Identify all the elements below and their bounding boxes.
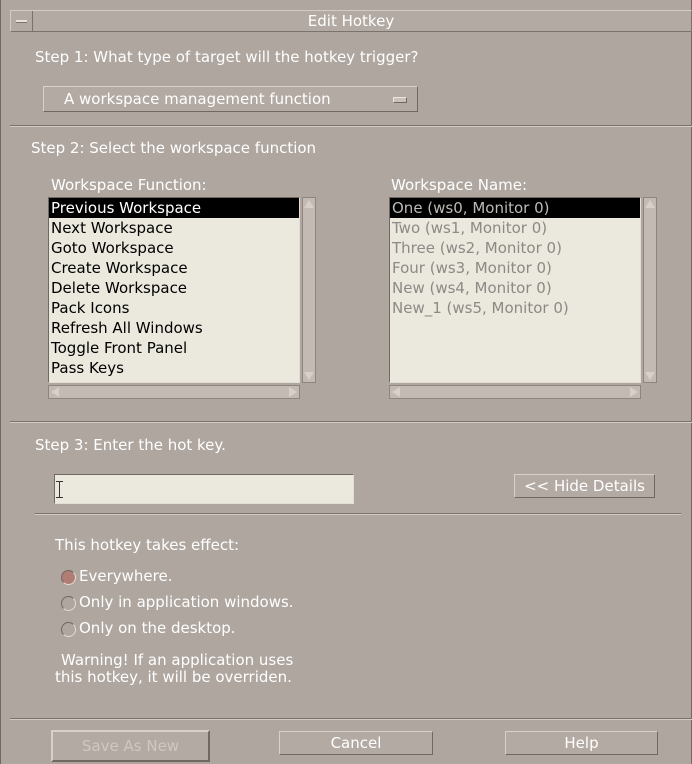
scroll-up-icon[interactable] bbox=[304, 200, 314, 208]
workspace-function-label: Workspace Function: bbox=[51, 176, 207, 194]
list-item[interactable]: One (ws0, Monitor 0) bbox=[390, 198, 640, 218]
step2-label: Step 2: Select the workspace function bbox=[31, 139, 317, 157]
separator bbox=[35, 513, 681, 515]
step3-label: Step 3: Enter the hot key. bbox=[35, 436, 226, 454]
name-list-horizontal-scrollbar[interactable] bbox=[389, 385, 641, 399]
list-item[interactable]: Two (ws1, Monitor 0) bbox=[390, 218, 640, 238]
list-item[interactable]: Pass Keys bbox=[49, 358, 299, 378]
hide-details-button[interactable]: << Hide Details bbox=[514, 474, 655, 498]
radio-label: Only on the desktop. bbox=[79, 619, 236, 637]
list-item[interactable]: Toggle Front Panel bbox=[49, 338, 299, 358]
step1-label: Step 1: What type of target will the hot… bbox=[35, 48, 419, 66]
list-item[interactable]: Refresh All Windows bbox=[49, 318, 299, 338]
cancel-button[interactable]: Cancel bbox=[279, 731, 433, 755]
scroll-left-icon[interactable] bbox=[51, 387, 59, 397]
separator bbox=[10, 718, 692, 720]
radio-unselected-icon[interactable] bbox=[61, 622, 76, 637]
scroll-right-icon[interactable] bbox=[630, 387, 638, 397]
save-as-new-button[interactable]: Save As New bbox=[51, 730, 210, 762]
list-item[interactable]: Three (ws2, Monitor 0) bbox=[390, 238, 640, 258]
scroll-up-icon[interactable] bbox=[645, 200, 655, 208]
target-type-value: A workspace management function bbox=[64, 90, 331, 108]
scroll-down-icon[interactable] bbox=[645, 372, 655, 380]
text-cursor-icon bbox=[56, 481, 66, 498]
title-bar[interactable]: Edit Hotkey bbox=[10, 10, 692, 32]
radio-label: Only in application windows. bbox=[79, 593, 294, 611]
workspace-name-label: Workspace Name: bbox=[391, 176, 528, 194]
option-menu-indicator-icon bbox=[393, 97, 407, 103]
target-type-option-menu[interactable]: A workspace management function bbox=[43, 86, 418, 112]
separator bbox=[10, 125, 692, 127]
list-item[interactable]: Delete Workspace bbox=[49, 278, 299, 298]
radio-selected-icon[interactable] bbox=[61, 570, 76, 585]
warning-text-line1: Warning! If an application uses bbox=[61, 651, 294, 669]
list-item[interactable]: Previous Workspace bbox=[49, 198, 299, 218]
separator bbox=[10, 421, 692, 423]
edit-hotkey-dialog: Edit Hotkey Step 1: What type of target … bbox=[0, 0, 692, 764]
list-item[interactable]: New_1 (ws5, Monitor 0) bbox=[390, 298, 640, 318]
list-item[interactable]: Four (ws3, Monitor 0) bbox=[390, 258, 640, 278]
function-list-horizontal-scrollbar[interactable] bbox=[48, 385, 300, 399]
scroll-down-icon[interactable] bbox=[304, 372, 314, 380]
scroll-left-icon[interactable] bbox=[392, 387, 400, 397]
hotkey-input[interactable] bbox=[54, 474, 354, 504]
help-button[interactable]: Help bbox=[505, 731, 658, 755]
scroll-right-icon[interactable] bbox=[289, 387, 297, 397]
radio-label: Everywhere. bbox=[79, 567, 173, 585]
list-item[interactable]: Goto Workspace bbox=[49, 238, 299, 258]
workspace-function-list[interactable]: Previous Workspace Next Workspace Goto W… bbox=[48, 197, 300, 383]
list-item[interactable]: New (ws4, Monitor 0) bbox=[390, 278, 640, 298]
list-item[interactable]: Create Workspace bbox=[49, 258, 299, 278]
scope-label: This hotkey takes effect: bbox=[55, 536, 240, 554]
workspace-name-list[interactable]: One (ws0, Monitor 0) Two (ws1, Monitor 0… bbox=[389, 197, 641, 383]
name-list-vertical-scrollbar[interactable] bbox=[643, 197, 657, 383]
radio-unselected-icon[interactable] bbox=[61, 596, 76, 611]
warning-text-line2: this hotkey, it will be overriden. bbox=[55, 668, 292, 686]
list-item[interactable]: Pack Icons bbox=[49, 298, 299, 318]
window-title: Edit Hotkey bbox=[307, 12, 395, 30]
list-item[interactable]: Next Workspace bbox=[49, 218, 299, 238]
function-list-vertical-scrollbar[interactable] bbox=[302, 197, 316, 383]
